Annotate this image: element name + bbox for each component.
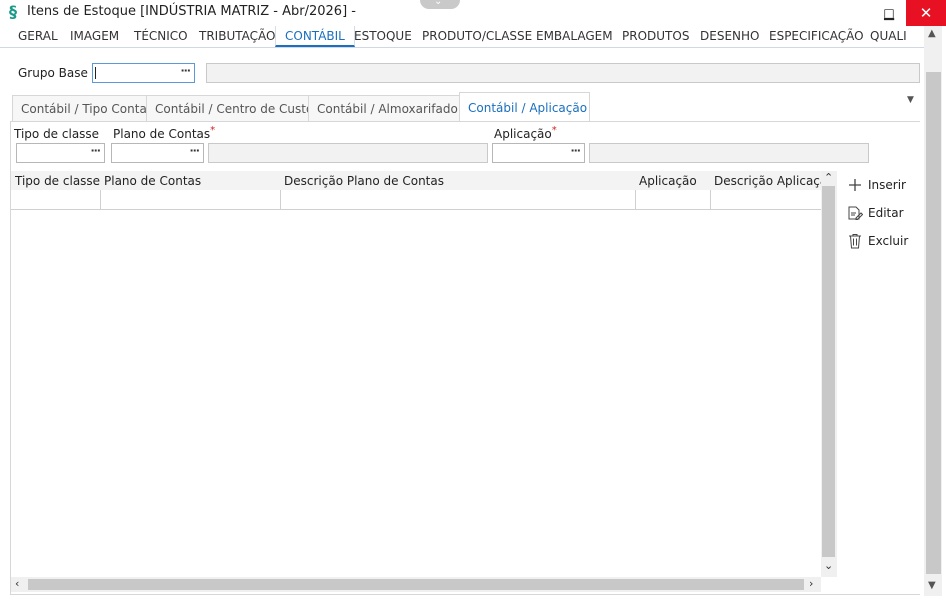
tab-produtos[interactable]: PRODUTOS xyxy=(613,26,698,46)
grid-vertical-scrollbar[interactable]: ⌃ ⌄ xyxy=(821,171,837,577)
tab-embalagem[interactable]: EMBALAGEM xyxy=(527,26,622,46)
plano-contas-input[interactable]: ··· xyxy=(111,143,204,163)
tab-estoque[interactable]: ESTOQUE xyxy=(345,26,421,46)
top-tab-bar: GERAL IMAGEM TÉCNICO TRIBUTAÇÃO CONTÁBIL… xyxy=(0,26,924,48)
subtab-aplicacao[interactable]: Contábil / Aplicação xyxy=(459,92,590,122)
chevron-down-icon: ⌄ xyxy=(434,0,443,7)
column-header-tipo-classe[interactable]: Tipo de classe xyxy=(15,174,105,188)
column-header-descricao-plano[interactable]: Descrição Plano de Contas xyxy=(284,174,634,188)
scroll-left-icon[interactable]: ‹ xyxy=(15,577,19,590)
maximize-button[interactable]: □ xyxy=(872,0,906,26)
tipo-classe-input[interactable]: ··· xyxy=(16,143,105,163)
scrollbar-thumb[interactable] xyxy=(926,72,941,574)
tab-produto-classe[interactable]: PRODUTO/CLASSE xyxy=(413,26,541,46)
text-caret xyxy=(95,67,96,79)
window-title: Itens de Estoque [INDÚSTRIA MATRIZ - Abr… xyxy=(27,4,356,19)
app-logo-icon: § xyxy=(9,2,17,21)
insert-button-label: Inserir xyxy=(868,178,906,192)
table-row[interactable] xyxy=(11,190,822,210)
subtab-centro-custo[interactable]: Contábil / Centro de Custo xyxy=(146,95,323,121)
tab-especificacao[interactable]: ESPECIFICAÇÃO xyxy=(760,26,873,46)
edit-icon xyxy=(847,205,863,221)
aplicacao-label: Aplicação* xyxy=(494,125,557,141)
table-cell[interactable] xyxy=(636,190,711,209)
table-cell[interactable] xyxy=(101,190,281,209)
lookup-icon[interactable]: ··· xyxy=(189,144,200,157)
close-icon: ✕ xyxy=(919,4,933,22)
edit-button-label: Editar xyxy=(868,206,904,220)
tab-contabil[interactable]: CONTÁBIL xyxy=(275,26,355,47)
delete-button[interactable]: Excluir xyxy=(847,231,908,251)
lookup-icon[interactable]: ··· xyxy=(570,144,581,157)
scroll-down-icon[interactable]: ⌄ xyxy=(824,559,833,572)
tab-desenho[interactable]: DESENHO xyxy=(691,26,768,46)
edit-button[interactable]: Editar xyxy=(847,203,904,223)
table-cell[interactable] xyxy=(11,190,101,209)
column-header-descricao-aplicacao[interactable]: Descrição Aplicaçã xyxy=(714,174,822,188)
maximize-icon: □ xyxy=(883,6,895,20)
grupo-base-description xyxy=(206,63,920,83)
aplicacao-input[interactable]: ··· xyxy=(492,143,585,163)
column-header-aplicacao[interactable]: Aplicação xyxy=(639,174,709,188)
trash-icon xyxy=(847,233,863,249)
scroll-right-icon[interactable]: › xyxy=(809,577,813,590)
delete-button-label: Excluir xyxy=(868,234,909,248)
lookup-icon[interactable]: ··· xyxy=(90,144,101,157)
tab-quali[interactable]: QUALI xyxy=(861,26,916,46)
required-marker: * xyxy=(210,125,216,136)
plus-icon xyxy=(847,177,863,193)
scroll-up-icon[interactable]: ▲ xyxy=(928,28,936,39)
scroll-down-icon[interactable]: ▼ xyxy=(928,580,936,591)
aplicacao-description xyxy=(589,143,869,163)
tab-imagem[interactable]: IMAGEM xyxy=(61,26,128,46)
scroll-up-icon[interactable]: ⌃ xyxy=(824,171,833,184)
aplicacao-label-text: Aplicação xyxy=(494,127,552,141)
insert-button[interactable]: Inserir xyxy=(847,175,906,195)
chevron-down-icon[interactable]: ▼ xyxy=(907,95,914,105)
tab-tributacao[interactable]: TRIBUTAÇÃO xyxy=(190,26,284,46)
tab-tecnico[interactable]: TÉCNICO xyxy=(125,26,197,46)
grupo-base-label: Grupo Base xyxy=(18,66,88,80)
grupo-base-input[interactable]: ··· xyxy=(92,63,195,83)
subtab-tipo-conta[interactable]: Contábil / Tipo Conta xyxy=(12,95,156,121)
main-vertical-scrollbar[interactable]: ▲ ▼ xyxy=(924,26,942,596)
data-grid[interactable]: Tipo de classe Plano de Contas Descrição… xyxy=(11,171,822,577)
table-cell[interactable] xyxy=(281,190,636,209)
plano-contas-label-text: Plano de Contas xyxy=(113,127,211,141)
plano-contas-description xyxy=(208,143,488,163)
grid-header: Tipo de classe Plano de Contas Descrição… xyxy=(11,171,822,190)
plano-contas-label: Plano de Contas* xyxy=(113,125,216,141)
grid-horizontal-scrollbar[interactable]: ‹ › xyxy=(11,577,821,592)
tab-geral[interactable]: GERAL xyxy=(9,26,67,46)
scrollbar-thumb[interactable] xyxy=(28,579,804,590)
required-marker: * xyxy=(551,125,557,136)
column-header-plano-contas[interactable]: Plano de Contas xyxy=(104,174,284,188)
close-button[interactable]: ✕ xyxy=(906,0,946,26)
subtab-almoxarifado[interactable]: Contábil / Almoxarifado xyxy=(308,95,467,121)
tipo-classe-label: Tipo de classe xyxy=(14,127,100,141)
scrollbar-thumb[interactable] xyxy=(822,186,835,557)
lookup-icon[interactable]: ··· xyxy=(180,64,191,77)
title-bar: § Itens de Estoque [INDÚSTRIA MATRIZ - A… xyxy=(0,0,946,26)
